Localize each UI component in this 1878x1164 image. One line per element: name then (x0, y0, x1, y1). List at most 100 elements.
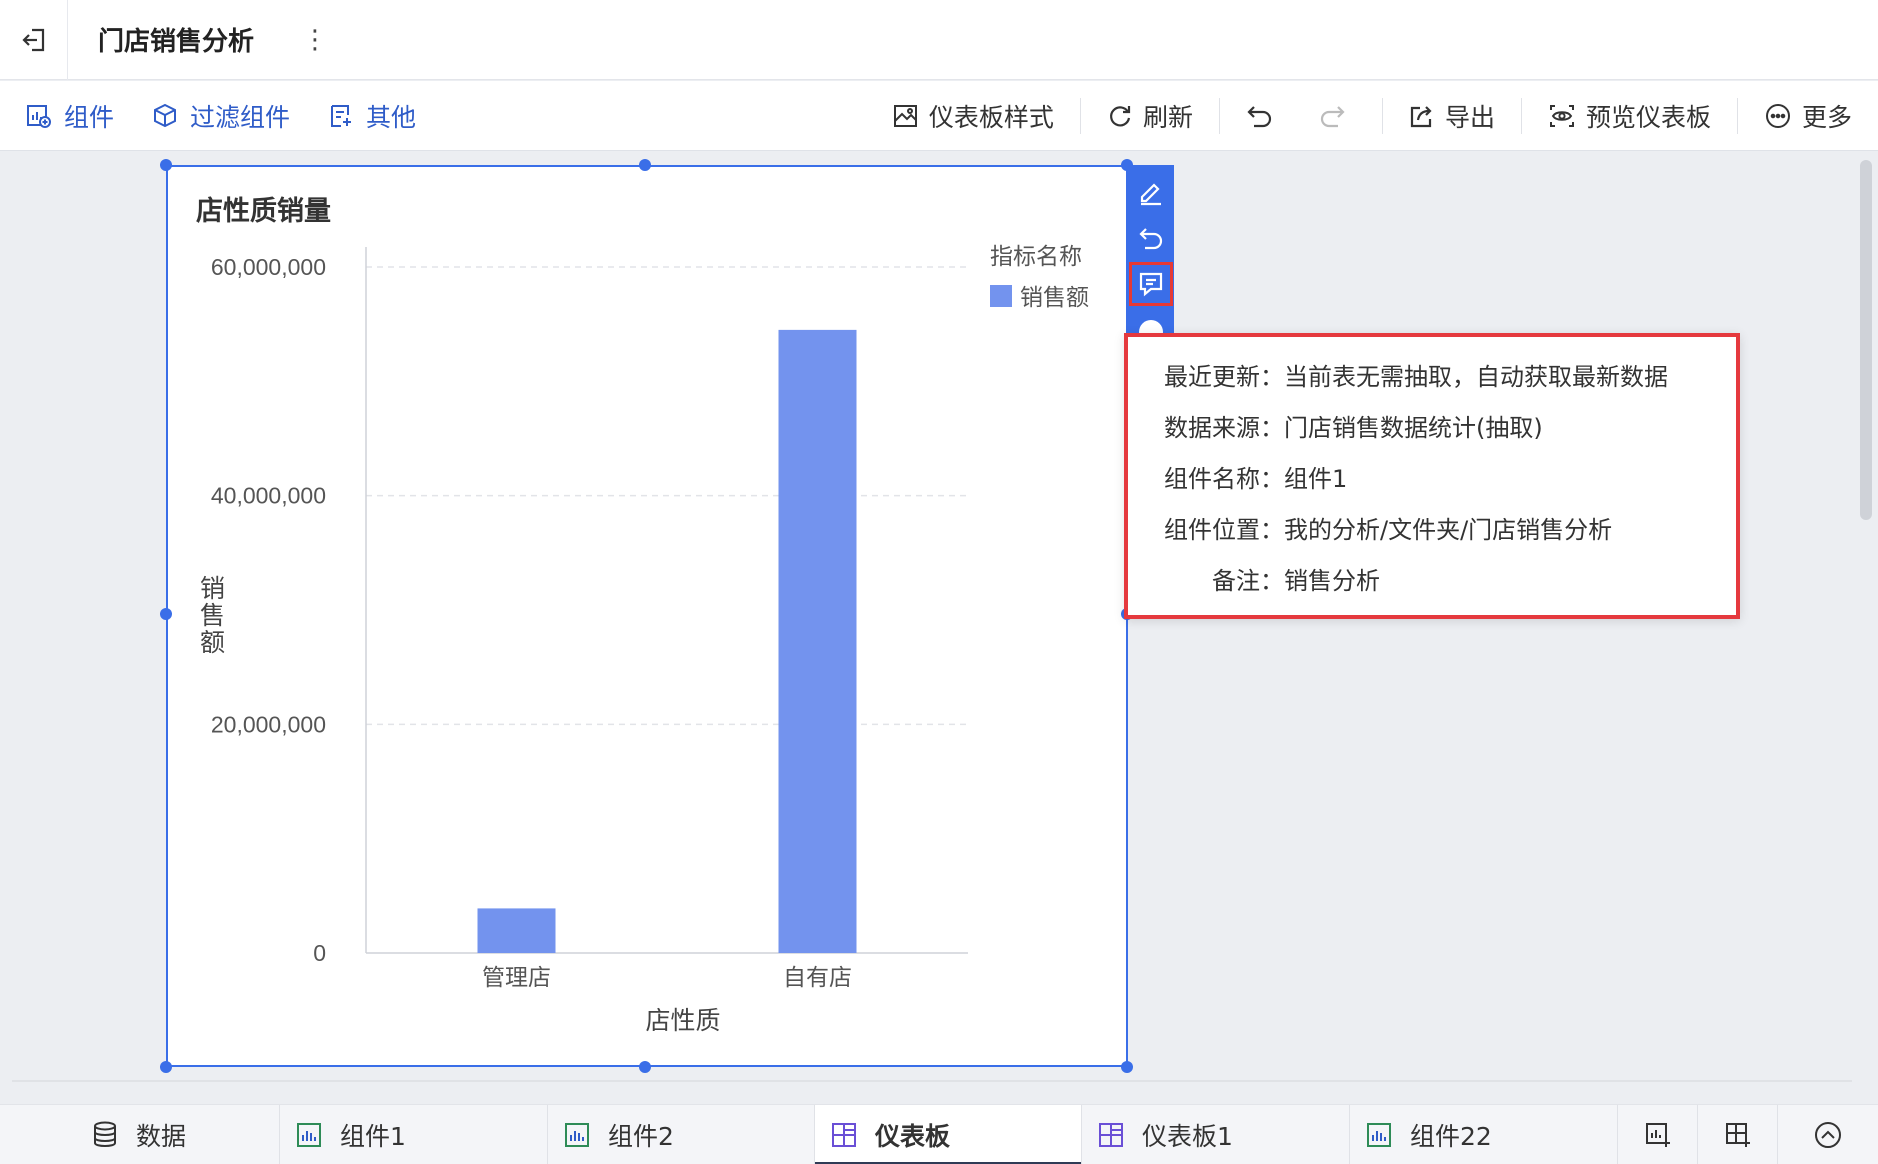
refresh-icon (1109, 106, 1131, 127)
dashboard-icon (1099, 1123, 1123, 1147)
add-dashboard-icon (1725, 1123, 1750, 1147)
filter-component-button[interactable]: 过滤组件 (152, 98, 290, 134)
info-row-last-update: 最近更新：当前表无需抽取，自动获取最新数据 (1144, 357, 1668, 392)
resize-handle[interactable] (160, 159, 172, 171)
other-doc-icon (331, 104, 352, 127)
y-tick-label: 60,000,000 (211, 254, 326, 280)
edit-pencil-icon (1140, 183, 1161, 206)
resize-handle[interactable] (1121, 1061, 1133, 1073)
redo-icon (1320, 106, 1345, 128)
more-button[interactable]: 更多 (1764, 98, 1852, 134)
other-label: 其他 (366, 102, 417, 132)
info-value: 销售分析 (1284, 567, 1380, 595)
component-button[interactable]: 组件 (26, 98, 114, 134)
exit-button[interactable] (0, 0, 68, 80)
bar-chart-icon (297, 1123, 321, 1147)
info-value: 组件1 (1284, 465, 1348, 493)
chevron-up-circle-icon (1815, 1122, 1841, 1148)
info-row-component-location: 组件位置：我的分析/文件夹/门店销售分析 (1144, 510, 1612, 545)
preview-eye-icon (1549, 105, 1574, 127)
redo-button[interactable] (1318, 103, 1356, 129)
export-label: 导出 (1444, 103, 1495, 132)
y-tick-label: 0 (313, 940, 326, 966)
tab-label: 仪表板1 (1142, 1122, 1233, 1151)
tab-label: 组件2 (608, 1122, 674, 1151)
resize-handle[interactable] (639, 1061, 651, 1073)
vertical-scrollbar[interactable] (1860, 160, 1872, 1080)
widget-info-popover: 最近更新：当前表无需抽取，自动获取最新数据 数据来源：门店销售数据统计(抽取) … (1124, 333, 1740, 619)
info-row-remark: 备注：销售分析 (1144, 561, 1380, 596)
tab-label: 组件22 (1410, 1122, 1492, 1151)
info-label: 组件位置： (1164, 516, 1284, 544)
legend-title: 指标名称 (990, 243, 1082, 269)
tab-component22[interactable]: 组件22 (1350, 1105, 1618, 1164)
tab-component2[interactable]: 组件2 (548, 1105, 815, 1164)
resize-handle[interactable] (160, 1061, 172, 1073)
widget-side-toolbar (1128, 165, 1174, 340)
kebab-menu-icon[interactable]: ⋮ (302, 27, 328, 53)
dashboard-style-button[interactable]: 仪表板样式 (893, 98, 1054, 134)
preview-dashboard-button[interactable]: 预览仪表板 (1548, 98, 1711, 134)
undo-button[interactable] (1246, 103, 1284, 129)
add-chart-icon (27, 104, 51, 128)
info-row-data-source: 数据来源：门店销售数据统计(抽取) (1144, 408, 1543, 443)
y-axis-title: 销售额 (200, 575, 225, 657)
other-button[interactable]: 其他 (328, 98, 416, 134)
style-icon (893, 105, 917, 127)
comment-icon (1139, 272, 1163, 297)
more-label: 更多 (1801, 103, 1852, 132)
bar (477, 908, 556, 953)
toolbar-divider (1381, 98, 1383, 134)
preview-dashboard-label: 预览仪表板 (1585, 103, 1711, 132)
more-circle-icon (1765, 104, 1790, 128)
tab-dashboard1[interactable]: 仪表板1 (1082, 1105, 1350, 1164)
dashboard-style-label: 仪表板样式 (928, 103, 1054, 132)
x-tick-label: 自有店 (783, 964, 852, 990)
legend-label: 销售额 (1020, 284, 1089, 310)
export-button[interactable]: 导出 (1409, 98, 1495, 134)
tab-label: 组件1 (340, 1122, 406, 1151)
collapse-tabs-button[interactable] (1778, 1105, 1878, 1164)
add-dashboard-tab-button[interactable] (1698, 1105, 1778, 1164)
toolbar: 组件 过滤组件 其他 仪表板样式 刷新 导出 预览仪表板 更多 (0, 81, 1878, 151)
chart-widget[interactable]: 店性质销量 0 20,000,000 40,000,000 60,000,000 管理店… (166, 165, 1128, 1067)
legend-swatch (990, 285, 1012, 307)
refresh-button[interactable]: 刷新 (1107, 98, 1193, 134)
refresh-label: 刷新 (1142, 103, 1193, 132)
dashboard-icon (832, 1123, 856, 1147)
header-bar: 门店销售分析 ⋮ (0, 0, 1878, 80)
x-axis-title: 店性质 (645, 1007, 720, 1035)
y-tick-label: 20,000,000 (211, 711, 326, 737)
add-component-tab-button[interactable] (1618, 1105, 1698, 1164)
filter-cube-icon (154, 103, 177, 127)
tab-component1[interactable]: 组件1 (280, 1105, 548, 1164)
edit-widget-button[interactable] (1128, 169, 1174, 215)
resize-handle[interactable] (639, 159, 651, 171)
bar-chart-icon (1367, 1123, 1391, 1147)
component-label: 组件 (64, 102, 115, 132)
tab-data[interactable]: 数据 (0, 1105, 280, 1164)
info-label: 最近更新： (1164, 363, 1284, 391)
y-tick-label: 40,000,000 (211, 483, 326, 509)
toolbar-divider (1736, 98, 1738, 134)
tab-label: 仪表板 (875, 1122, 951, 1151)
info-row-component-name: 组件名称：组件1 (1144, 459, 1347, 494)
widget-info-button[interactable] (1128, 261, 1174, 307)
info-label: 组件名称： (1164, 465, 1284, 493)
filter-component-label: 过滤组件 (190, 102, 291, 132)
tab-dashboard[interactable]: 仪表板 (815, 1105, 1082, 1164)
resize-handle[interactable] (160, 608, 172, 620)
canvas-bottom-line (12, 1080, 1852, 1082)
info-value: 我的分析/文件夹/门店销售分析 (1284, 516, 1613, 544)
toolbar-divider (1218, 98, 1220, 134)
scrollbar-thumb[interactable] (1860, 160, 1872, 520)
info-label: 备注： (1212, 567, 1284, 595)
info-label: 数据来源： (1164, 414, 1284, 442)
database-icon (94, 1121, 116, 1147)
widget-undo-button[interactable] (1128, 215, 1174, 261)
undo-icon (1139, 228, 1163, 250)
info-value: 当前表无需抽取，自动获取最新数据 (1284, 363, 1668, 391)
bar-chart: 0 20,000,000 40,000,000 60,000,000 管理店 自有店店性质… (200, 243, 1089, 1035)
bottom-tab-bar: 数据 组件1 组件2 仪表板 仪表板1 组件22 (0, 1104, 1878, 1164)
bar-chart-icon (565, 1123, 589, 1147)
